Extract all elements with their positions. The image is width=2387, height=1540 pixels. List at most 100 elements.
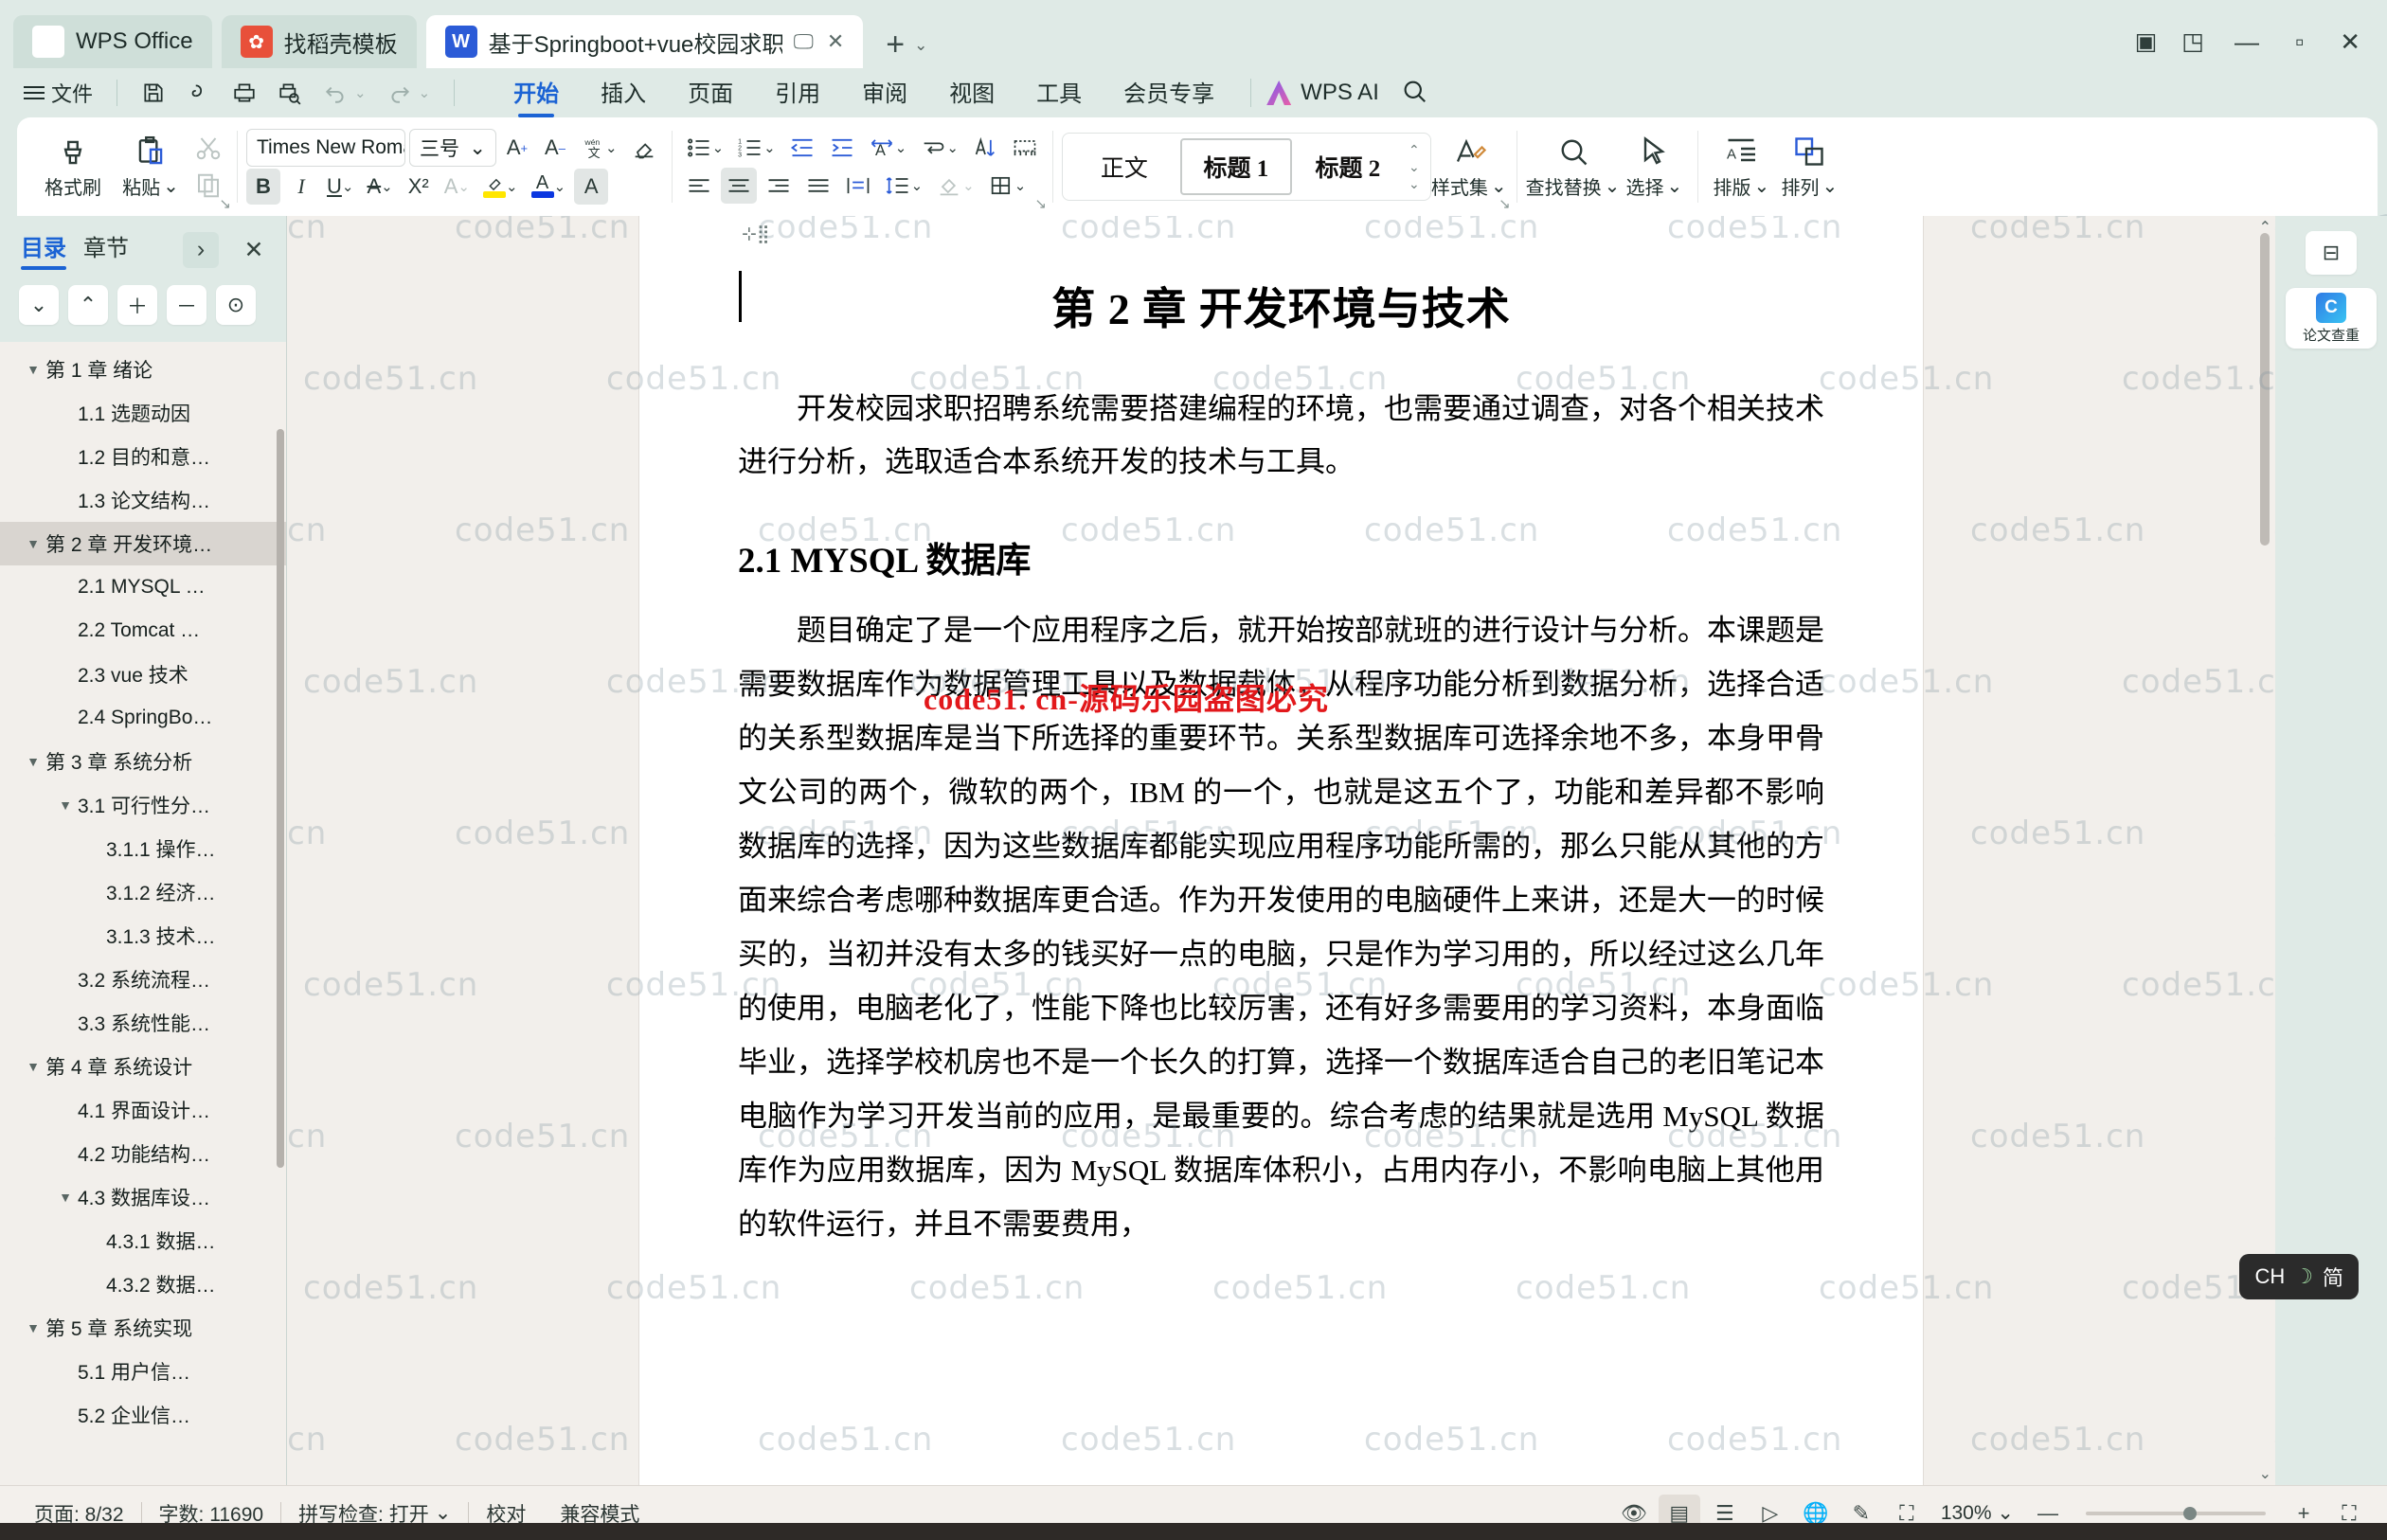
tab-page[interactable]: 页面 <box>667 69 754 117</box>
style-heading-1[interactable]: 标题 1 <box>1179 138 1292 195</box>
toc-item[interactable]: 5.1 用户信… <box>0 1350 287 1393</box>
select-button[interactable]: 选择 ⌄ <box>1620 125 1688 208</box>
chevron-down-icon[interactable]: ⌄ <box>1754 174 1770 198</box>
underline-button[interactable]: U ⌄ <box>322 169 358 205</box>
chevron-down-icon[interactable]: ⌄ <box>1667 174 1683 198</box>
collapse-all-icon[interactable]: ⊙ <box>216 285 256 325</box>
chevron-down-icon[interactable]: ⌄ <box>1605 174 1621 198</box>
toc-item[interactable]: 3.1.3 技术… <box>0 914 287 958</box>
wps-ai-button[interactable]: WPS AI <box>1266 80 1379 106</box>
chevron-down-icon[interactable]: ⌄ <box>19 285 59 325</box>
show-formatting-marks-icon[interactable] <box>1007 130 1043 166</box>
chevron-down-icon[interactable]: ⌄ <box>342 178 354 195</box>
justify-icon[interactable] <box>800 168 836 204</box>
scroll-up-icon[interactable]: ⌃ <box>2259 218 2271 237</box>
toc-item[interactable]: 2.1 MYSQL … <box>0 565 287 609</box>
line-spacing-icon[interactable]: ⌄ <box>880 168 928 204</box>
toc-item[interactable]: 2.2 Tomcat … <box>0 609 287 653</box>
chevron-down-icon[interactable]: ⌄ <box>163 174 179 198</box>
chevron-down-icon[interactable]: ⌄ <box>962 177 975 194</box>
file-menu-button[interactable]: 文件 <box>15 73 101 113</box>
toc-item[interactable]: ▼ 第 3 章 系统分析 <box>0 740 287 783</box>
font-size-select[interactable]: 三号 ⌄ <box>409 129 496 167</box>
highlight-icon[interactable]: ⌄ <box>478 169 523 205</box>
clear-format-icon[interactable] <box>626 130 662 166</box>
align-left-icon[interactable] <box>681 168 717 204</box>
hide-panel-icon[interactable]: ⊟ <box>2306 231 2357 275</box>
document-canvas[interactable]: ⊹⣿ 第 2 章 开发环境与技术 开发校园求职招聘系统需要搭建编程的环境，也需要… <box>287 216 2275 1485</box>
chevron-down-icon[interactable]: ⌄ <box>381 178 393 195</box>
tab-home[interactable]: 开始 <box>493 69 580 117</box>
typeset-button[interactable]: A 排版 ⌄ <box>1707 125 1775 208</box>
chevron-up-icon[interactable]: ⌃ <box>68 285 108 325</box>
undo-button[interactable]: ⌄ <box>314 76 375 110</box>
chevron-down-icon[interactable]: ⌄ <box>763 139 776 156</box>
styles-dialog-launcher[interactable]: ↘ <box>1499 195 1511 212</box>
toc-expand-icon[interactable]: ▼ <box>21 754 45 769</box>
tab-tools[interactable]: 工具 <box>1015 69 1103 117</box>
paragraph-layout-icon[interactable]: ⌄ <box>915 130 963 166</box>
increase-indent-icon[interactable] <box>824 130 860 166</box>
toc-item[interactable]: 2.4 SpringBo… <box>0 696 287 740</box>
chevron-down-icon[interactable]: ⌄ <box>419 84 431 101</box>
styles-scroll-controls[interactable]: ⌃ ⌄ ⌄ <box>1404 135 1425 198</box>
ime-indicator[interactable]: CH ☽ 简 <box>2239 1254 2359 1299</box>
toc-item[interactable]: 1.1 选题动因 <box>0 391 287 435</box>
chevron-down-icon[interactable]: ⌄ <box>1491 174 1507 198</box>
text-direction-icon[interactable]: A ⌄ <box>864 130 912 166</box>
print-preview-button[interactable] <box>269 76 311 110</box>
nav-tab-chapters[interactable]: 章节 <box>83 229 129 270</box>
numbered-list-icon[interactable]: 123 ⌄ <box>732 130 781 166</box>
scroll-down-icon[interactable]: ⌄ <box>2259 1464 2271 1483</box>
toc-item[interactable]: ▼ 第 5 章 系统实现 <box>0 1306 287 1350</box>
toc-item[interactable]: 3.2 系统流程… <box>0 958 287 1001</box>
zoom-level[interactable]: 130% ⌄ <box>1931 1501 2023 1525</box>
align-right-icon[interactable] <box>761 168 797 204</box>
document-scrollbar[interactable] <box>2260 233 2270 546</box>
toc-item[interactable]: 3.3 系统性能… <box>0 1001 287 1045</box>
tab-insert[interactable]: 插入 <box>580 69 667 117</box>
shading-icon[interactable]: ⌄ <box>931 168 979 204</box>
chevron-down-icon[interactable]: ⌄ <box>1822 174 1839 198</box>
toc-item[interactable]: 4.3.2 数据… <box>0 1262 287 1306</box>
chevron-down-icon[interactable]: ⌄ <box>435 1501 452 1525</box>
chevron-down-icon[interactable]: ⌄ <box>458 178 470 195</box>
zoom-slider-knob[interactable] <box>2183 1506 2198 1520</box>
print-button[interactable] <box>224 76 265 110</box>
style-set-button[interactable]: 样式集 ⌄ <box>1431 125 1507 208</box>
toc-item[interactable]: 1.2 目的和意… <box>0 435 287 478</box>
tab-reference[interactable]: 引用 <box>754 69 841 117</box>
toc-expand-icon[interactable]: ▼ <box>21 536 45 551</box>
italic-button[interactable]: I <box>284 169 318 205</box>
increase-font-icon[interactable]: A + <box>500 130 534 166</box>
toc-expand-icon[interactable]: ▼ <box>53 1190 78 1205</box>
find-replace-button[interactable]: 查找替换 ⌄ <box>1526 125 1621 208</box>
decrease-indent-icon[interactable] <box>784 130 820 166</box>
bullet-list-icon[interactable]: ⌄ <box>681 130 729 166</box>
panel-icon[interactable]: ▣ <box>2135 30 2158 54</box>
tab-document-active[interactable]: W 基于Springboot+vue校园求职 🖵 ✕ <box>425 15 864 68</box>
redo-button[interactable]: ⌄ <box>379 76 440 110</box>
toc-expand-icon[interactable]: ▼ <box>21 362 45 377</box>
minus-icon[interactable]: － <box>167 285 206 325</box>
cloud-sync-icon[interactable] <box>178 76 220 110</box>
toc-item[interactable]: 5.2 企业信… <box>0 1393 287 1437</box>
styles-more-icon[interactable]: ⌄ <box>1409 176 1420 192</box>
chevron-down-icon[interactable]: ⌄ <box>506 178 518 195</box>
bold-button[interactable]: B <box>246 169 280 205</box>
chevron-down-icon[interactable]: ⌄ <box>1997 1502 2014 1524</box>
align-center-icon[interactable] <box>720 168 757 204</box>
borders-icon[interactable]: ⌄ <box>983 168 1032 204</box>
toc-item[interactable]: ▼ 第 2 章 开发环境… <box>0 522 287 565</box>
character-border-icon[interactable]: A ⌄ <box>440 169 475 205</box>
strikethrough-button[interactable]: A ⌄ <box>362 169 397 205</box>
toc-item[interactable]: 4.3.1 数据… <box>0 1219 287 1262</box>
paragraph-dialog-launcher[interactable]: ↘ <box>1034 195 1047 212</box>
toc-item[interactable]: ▼ 4.3 数据库设… <box>0 1175 287 1219</box>
chevron-down-icon[interactable]: ⌄ <box>605 139 618 156</box>
toc-item[interactable]: ▼ 第 4 章 系统设计 <box>0 1045 287 1088</box>
zoom-slider[interactable] <box>2086 1506 2266 1520</box>
new-tab-menu-icon[interactable]: ⌄ <box>914 36 927 68</box>
chevron-down-icon[interactable]: ⌄ <box>895 139 907 156</box>
toc-item[interactable]: 4.1 界面设计… <box>0 1088 287 1132</box>
